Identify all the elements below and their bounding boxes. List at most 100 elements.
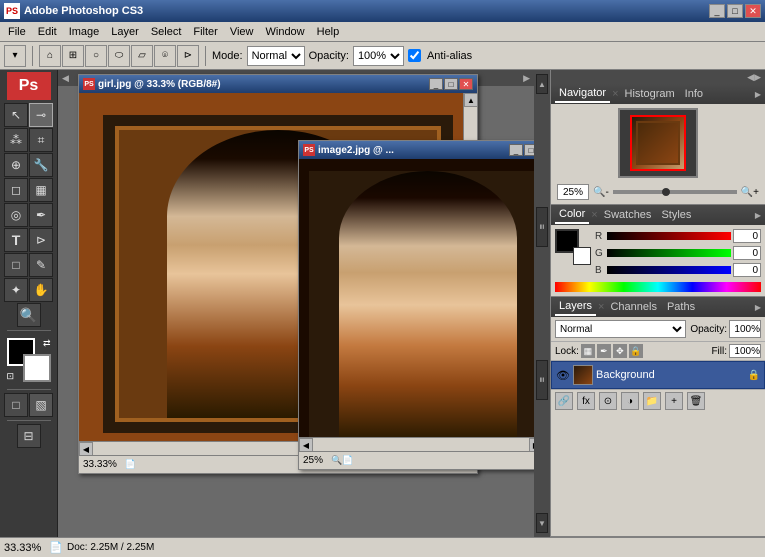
quick-mask-btn[interactable]: □ (4, 393, 28, 417)
mode-select[interactable]: Normal (247, 46, 305, 66)
mid-strip-btn-color[interactable]: ≡ (536, 360, 548, 400)
layer-fx-btn[interactable]: fx (577, 392, 595, 410)
healing-brush-tool[interactable]: ⊕ (4, 153, 28, 177)
move-tool[interactable]: ↖ (4, 103, 28, 127)
nav-slider[interactable] (613, 190, 737, 194)
scrollbar-h-image2[interactable]: ◀ ▶ (299, 437, 534, 451)
tab-paths[interactable]: Paths (663, 299, 699, 315)
type-tool[interactable]: T (4, 228, 28, 252)
doc-close-girl[interactable]: ✕ (459, 78, 473, 90)
layer-eye-icon[interactable]: 👁 (556, 368, 570, 382)
path-select-tool[interactable]: ⊳ (29, 228, 53, 252)
tab-layers[interactable]: Layers (555, 298, 596, 316)
layers-mode-select[interactable]: Normal (555, 320, 686, 338)
menu-layer[interactable]: Layer (105, 24, 145, 40)
close-button[interactable]: ✕ (745, 4, 761, 18)
magic-wand-tool[interactable]: ⁂ (4, 128, 28, 152)
layer-group-btn[interactable]: 📁 (643, 392, 661, 410)
color-spectrum-bar[interactable] (555, 282, 761, 292)
swap-colors-icon[interactable]: ⇄ (43, 338, 51, 349)
top-strip-right-arrow[interactable]: ▶ (523, 73, 530, 84)
layers-fill-input[interactable] (729, 344, 761, 358)
default-colors-icon[interactable]: ⊡ (7, 371, 15, 382)
pen-tool[interactable]: ✒ (29, 203, 53, 227)
shape-tool[interactable]: □ (4, 253, 28, 277)
layer-link-btn[interactable]: 🔗 (555, 392, 573, 410)
tab-swatches[interactable]: Swatches (600, 207, 656, 223)
doc-maximize-image2[interactable]: □ (524, 144, 534, 156)
doc-canvas-image2[interactable]: ▲ ▼ ◀ ▶ (299, 159, 534, 451)
tab-channels[interactable]: Channels (606, 299, 660, 315)
doc-minimize-girl[interactable]: _ (429, 78, 443, 90)
nav-slider-thumb[interactable] (662, 188, 670, 196)
scroll-left-image2[interactable]: ◀ (299, 438, 313, 451)
tab-styles[interactable]: Styles (657, 207, 695, 223)
eyedropper-tool[interactable]: ✦ (4, 278, 28, 302)
color-menu-arrow[interactable]: ▶ (755, 211, 761, 220)
gradient-tool[interactable]: ▦ (29, 178, 53, 202)
lock-all-icon[interactable]: 🔒 (629, 344, 643, 358)
scroll-right-image2[interactable]: ▶ (529, 438, 534, 451)
layers-opacity-input[interactable] (729, 320, 761, 338)
mid-strip-btn-layers[interactable]: ≡ (536, 207, 548, 247)
doc-minimize-image2[interactable]: _ (509, 144, 523, 156)
color-slider-r[interactable] (607, 232, 731, 240)
tab-histogram[interactable]: Histogram (621, 86, 679, 102)
quick-mask-mode-btn[interactable]: ▧ (29, 393, 53, 417)
menu-file[interactable]: File (2, 24, 32, 40)
brush-shape-btn[interactable]: ○ (85, 45, 107, 67)
layer-new-btn[interactable]: + (665, 392, 683, 410)
brush-custom-btn[interactable]: ⌾ (154, 45, 176, 67)
brush-polygon-btn[interactable]: ▱ (131, 45, 153, 67)
clone-stamp-tool[interactable]: 🔧 (29, 153, 53, 177)
tab-navigator[interactable]: Navigator (555, 85, 610, 103)
scroll-left-girl[interactable]: ◀ (79, 442, 93, 455)
lock-move-icon[interactable]: ✥ (613, 344, 627, 358)
layer-adjustment-btn[interactable]: ◑ (621, 392, 639, 410)
minimize-button[interactable]: _ (709, 4, 725, 18)
maximize-button[interactable]: □ (727, 4, 743, 18)
navigator-menu-arrow[interactable]: ▶ (755, 90, 761, 99)
lock-paint-icon[interactable]: ✒ (597, 344, 611, 358)
mid-strip-arrow-bottom[interactable]: ▼ (536, 513, 548, 533)
layer-row-background[interactable]: 👁 Background 🔒 (551, 361, 765, 389)
brush-size-btn[interactable]: ⊞ (62, 45, 84, 67)
color-background-swatch[interactable] (573, 247, 591, 265)
zoom-tool[interactable]: 🔍 (17, 303, 41, 327)
layers-menu-arrow[interactable]: ▶ (755, 303, 761, 312)
brush-tool-btn[interactable]: ⌂ (39, 45, 61, 67)
navigator-preview[interactable] (618, 108, 698, 178)
menu-image[interactable]: Image (63, 24, 106, 40)
tab-color[interactable]: Color (555, 206, 589, 224)
tool-preset-picker[interactable]: ▾ (4, 45, 26, 67)
panel-strip-arrows[interactable]: ◀▶ (747, 72, 761, 83)
menu-window[interactable]: Window (260, 24, 311, 40)
color-slider-g[interactable] (607, 249, 731, 257)
eraser-tool[interactable]: ◻ (4, 178, 28, 202)
color-g-input[interactable] (733, 246, 761, 260)
scroll-up-girl[interactable]: ▲ (464, 93, 477, 107)
menu-edit[interactable]: Edit (32, 24, 63, 40)
layer-delete-btn[interactable]: 🗑 (687, 392, 705, 410)
crop-tool[interactable]: ⌗ (29, 128, 53, 152)
lasso-tool[interactable]: ⊸ (29, 103, 53, 127)
color-b-input[interactable] (733, 263, 761, 277)
layer-mask-btn[interactable]: ⊙ (599, 392, 617, 410)
zoom-in-icon[interactable]: 🔍+ (741, 187, 759, 198)
brush-ellipse-btn[interactable]: ⬭ (108, 45, 130, 67)
doc-maximize-girl[interactable]: □ (444, 78, 458, 90)
brush-extra-btn[interactable]: ⊳ (177, 45, 199, 67)
color-r-input[interactable] (733, 229, 761, 243)
zoom-out-icon[interactable]: 🔍- (593, 187, 609, 198)
notes-tool[interactable]: ✎ (29, 253, 53, 277)
antialias-checkbox[interactable] (408, 49, 421, 62)
background-color[interactable] (23, 354, 51, 382)
mid-strip-arrow-top[interactable]: ▲ (536, 74, 548, 94)
menu-help[interactable]: Help (311, 24, 346, 40)
dodge-tool[interactable]: ◎ (4, 203, 28, 227)
hand-tool[interactable]: ✋ (29, 278, 53, 302)
menu-select[interactable]: Select (145, 24, 188, 40)
lock-transparency-icon[interactable]: ▦ (581, 344, 595, 358)
tab-info[interactable]: Info (681, 86, 707, 102)
menu-filter[interactable]: Filter (187, 24, 223, 40)
